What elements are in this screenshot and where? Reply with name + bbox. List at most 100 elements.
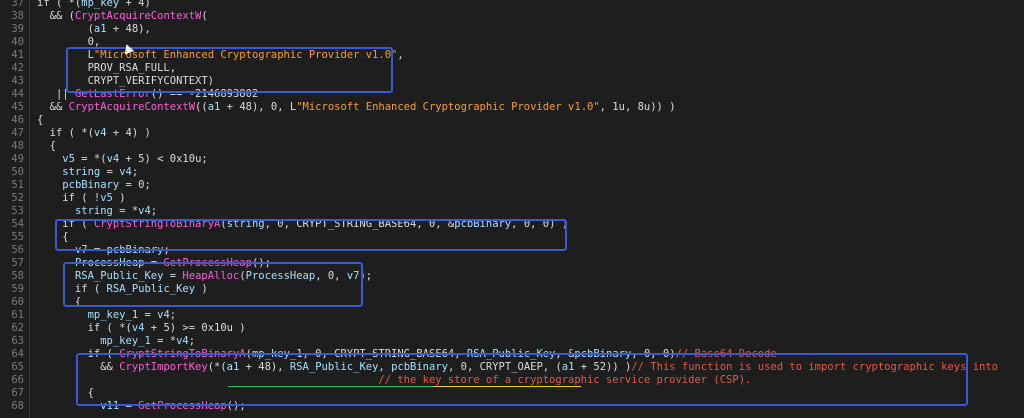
code-token: = 0;: [119, 179, 151, 191]
code-line[interactable]: {: [37, 114, 43, 127]
underline-green: [228, 386, 433, 387]
code-line[interactable]: string = *v4;: [37, 205, 157, 218]
code-token: ;: [188, 335, 196, 347]
highlight-box-provider-args: [66, 47, 393, 93]
line-number: 54: [11, 218, 24, 230]
code-token: if ( *(: [37, 127, 94, 139]
line-number: 38: [11, 10, 24, 22]
line-number: 53: [11, 205, 24, 217]
code-token: + 4) ): [106, 127, 151, 139]
code-line[interactable]: mp_key_1 = v4;: [37, 309, 177, 322]
line-number: 42: [11, 62, 24, 74]
code-line[interactable]: if ( *(v4 + 5) >= 0x10u ): [37, 322, 246, 335]
code-token: v4: [176, 335, 189, 347]
code-line[interactable]: (a1 + 48),: [37, 23, 151, 36]
line-number: 46: [11, 114, 24, 126]
code-line[interactable]: pcbBinary = 0;: [37, 179, 151, 192]
line-number: 41: [11, 49, 24, 61]
code-token: ): [112, 192, 126, 204]
code-token: v4: [119, 166, 132, 178]
code-token: + 48), 0, L: [220, 101, 297, 113]
line-number: 57: [11, 257, 24, 269]
code-token: ,: [397, 49, 404, 61]
code-token: {: [37, 114, 44, 126]
code-token: v4: [157, 309, 170, 321]
gutter-separator: [29, 0, 30, 418]
code-token: ;: [169, 309, 177, 321]
line-number: 61: [11, 309, 24, 321]
code-token: v5: [62, 153, 75, 165]
code-token: CryptAcquireContextW: [68, 101, 196, 113]
line-number: 40: [11, 36, 24, 48]
code-token: =: [138, 309, 158, 321]
code-token: + 5) < 0x10u;: [119, 153, 208, 165]
code-token: =: [100, 166, 120, 178]
line-number: 62: [11, 322, 24, 334]
line-number: 48: [11, 140, 24, 152]
code-line[interactable]: if ( *(mp_key + 4): [37, 0, 151, 10]
code-line[interactable]: string = v4;: [37, 166, 138, 179]
code-token: mp_key: [81, 0, 120, 9]
code-token: mp_key_1: [87, 309, 139, 321]
line-number: 66: [11, 374, 24, 386]
line-number: 63: [11, 335, 24, 347]
code-token: string: [74, 205, 113, 217]
line-number: 43: [11, 75, 24, 87]
line-number: 55: [11, 231, 24, 243]
code-token: + 4): [119, 0, 151, 9]
line-number: 52: [11, 192, 24, 204]
code-line[interactable]: v5 = *(v4 + 5) < 0x10u;: [37, 153, 208, 166]
code-token: && (: [37, 10, 75, 22]
code-token: + 5) >= 0x10u ): [144, 322, 246, 334]
code-token: a1: [93, 23, 107, 35]
line-number: 60: [11, 296, 24, 308]
highlight-box-import-key: [76, 353, 968, 406]
code-line[interactable]: && (CryptAcquireContextW(: [37, 10, 208, 23]
line-number: 47: [11, 127, 24, 139]
code-token: if ( *(: [37, 322, 132, 334]
code-token: = *(: [74, 153, 107, 165]
code-token: if ( !: [37, 192, 101, 204]
line-number: 65: [11, 361, 24, 373]
code-token: = *: [150, 335, 177, 347]
line-number: 64: [11, 348, 24, 360]
code-editor[interactable]: 37 if ( *(mp_key + 4) 38 && (CryptAcquireC…: [0, 0, 1024, 418]
code-token: (: [201, 10, 208, 22]
code-token: ;: [150, 205, 158, 217]
line-number: 68: [11, 400, 24, 412]
code-token: , 1u, 8u)) ): [599, 101, 676, 113]
line-number: 39: [11, 23, 24, 35]
line-number: 51: [11, 179, 24, 191]
line-number: 56: [11, 244, 24, 256]
line-number: 45: [11, 101, 24, 113]
line-number: 44: [11, 88, 24, 100]
line-number: 37: [11, 0, 24, 9]
line-number: 58: [11, 270, 24, 282]
line-number: 67: [11, 387, 24, 399]
code-token: v4: [106, 153, 120, 165]
code-line[interactable]: mp_key_1 = *v4;: [37, 335, 195, 348]
code-token: {: [37, 140, 56, 152]
code-line[interactable]: if ( *(v4 + 4) ): [37, 127, 151, 140]
code-token: ;: [131, 166, 139, 178]
highlight-box-heap-alloc: [63, 262, 363, 307]
code-token: a1: [207, 101, 221, 113]
code-token: = *: [112, 205, 139, 217]
highlight-box-string-to-binary: [55, 219, 567, 251]
code-line[interactable]: && CryptAcquireContextW((a1 + 48), 0, L"…: [37, 101, 676, 114]
code-line[interactable]: {: [37, 140, 56, 153]
code-token: (: [37, 23, 94, 35]
code-token: v4: [93, 127, 107, 139]
line-number: 59: [11, 283, 24, 295]
underline-yellow: [433, 386, 581, 387]
line-number: 49: [11, 153, 24, 165]
code-token: &&: [37, 101, 69, 113]
code-token: + 48),: [106, 23, 151, 35]
code-line[interactable]: if ( !v5 ): [37, 192, 126, 205]
code-token: CryptAcquireContextW: [74, 10, 202, 22]
